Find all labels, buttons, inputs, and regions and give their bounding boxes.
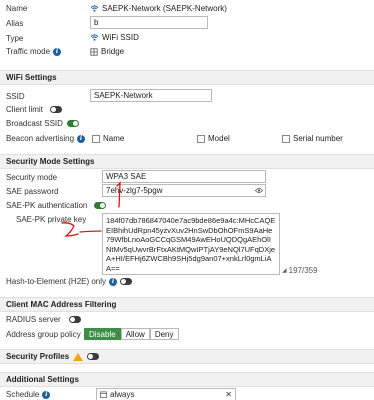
info-icon[interactable]: i <box>42 390 51 399</box>
bridge-icon <box>90 47 98 56</box>
alias-value-wrap: b <box>90 16 208 29</box>
beacon-model-checkbox[interactable] <box>197 134 205 143</box>
policy-deny-button[interactable]: Deny <box>149 328 179 340</box>
schedule-label: Schedule <box>6 390 40 399</box>
schedule-wrap: always ✕ <box>96 388 236 400</box>
alias-label: Alias <box>6 19 24 28</box>
security-mode-wrap: WPA3 SAE <box>102 170 266 183</box>
name-text: SAEPK-Network (SAEPK-Network) <box>102 4 227 13</box>
schedule-chip: always <box>100 390 134 399</box>
client-limit-row: Client limit <box>6 105 62 114</box>
char-count-row: ◢ 197/359 <box>282 266 318 275</box>
policy-allow-button[interactable]: Allow <box>120 328 150 340</box>
beacon-row: Beacon advertising i <box>6 134 86 143</box>
sae-password-input[interactable]: 7ehv-zlg7-5pgw <box>102 184 266 197</box>
radius-label: RADIUS server <box>6 315 61 324</box>
type-value: WiFi SSID <box>90 33 139 42</box>
beacon-name-checkbox[interactable] <box>92 134 100 143</box>
calendar-icon <box>100 391 107 398</box>
sae-pk-label: SAE-PK authentication <box>6 201 88 210</box>
h2e-row: Hash-to-Element (H2E) only i <box>6 277 133 286</box>
alias-input[interactable]: b <box>90 16 208 29</box>
eye-icon[interactable] <box>255 187 263 194</box>
broadcast-ssid-toggle[interactable] <box>66 120 79 127</box>
alias-row: Alias <box>6 19 23 28</box>
name-value: SAEPK-Network (SAEPK-Network) <box>90 4 227 13</box>
ssid-row: SSID <box>6 92 25 101</box>
h2e-label: Hash-to-Element (H2E) only <box>6 277 107 286</box>
info-icon[interactable]: i <box>109 277 118 286</box>
sae-pk-toggle[interactable] <box>94 202 107 209</box>
name-label: Name <box>6 4 28 13</box>
wifi-settings-heading: WiFi Settings <box>0 70 374 85</box>
schedule-row: Schedule i <box>6 390 51 399</box>
beacon-options: Name <box>92 134 124 143</box>
char-count: 197/359 <box>288 266 318 275</box>
name-row: Name <box>6 4 27 13</box>
annotation-2-mark <box>61 222 102 237</box>
annotation-layer <box>61 181 121 237</box>
beacon-label: Beacon advertising <box>6 134 75 143</box>
broadcast-ssid-row: Broadcast SSID <box>6 119 79 128</box>
wifi-icon <box>90 5 99 12</box>
sae-password-text: 7ehv-zlg7-5pgw <box>106 186 163 195</box>
traffic-mode-row: Traffic mode i <box>6 47 62 56</box>
beacon-serial-label: Serial number <box>293 134 343 143</box>
info-icon[interactable]: i <box>77 134 86 143</box>
beacon-model: Model <box>197 134 230 143</box>
type-row: Type <box>6 34 23 43</box>
security-mode-select[interactable]: WPA3 SAE <box>102 170 266 183</box>
resize-grip-icon[interactable]: ◢ <box>282 267 287 274</box>
group-policy-row: Address group policy <box>6 330 81 339</box>
security-mode-row: Security mode <box>6 173 57 182</box>
traffic-mode-value: Bridge <box>90 47 124 56</box>
sae-password-wrap: 7ehv-zlg7-5pgw <box>102 184 266 197</box>
client-limit-toggle[interactable] <box>49 106 62 113</box>
sae-pk-row: SAE-PK authentication <box>6 201 107 210</box>
h2e-toggle[interactable] <box>120 278 133 285</box>
policy-disable-button[interactable]: Disable <box>84 328 121 340</box>
beacon-serial: Serial number <box>282 134 343 143</box>
wifi-icon <box>90 34 99 41</box>
private-key-label: SAE-PK private key <box>16 215 87 224</box>
sae-password-label: SAE password <box>6 187 59 196</box>
warning-icon <box>73 352 84 361</box>
beacon-serial-checkbox[interactable] <box>282 134 290 143</box>
traffic-mode-text: Bridge <box>101 47 125 56</box>
client-limit-label: Client limit <box>6 105 43 114</box>
private-key-row: SAE-PK private key <box>16 215 86 224</box>
schedule-field[interactable]: always ✕ <box>96 388 236 400</box>
beacon-model-label: Model <box>208 134 230 143</box>
ssid-value-wrap: SAEPK-Network <box>90 89 212 102</box>
radius-row: RADIUS server <box>6 315 81 324</box>
ssid-label: SSID <box>6 92 25 101</box>
additional-heading: Additional Settings <box>0 372 374 387</box>
policy-buttons: Disable Allow Deny <box>84 328 179 340</box>
profiles-heading-text: Security Profiles <box>6 352 70 361</box>
broadcast-ssid-label: Broadcast SSID <box>6 119 63 128</box>
security-mode-label: Security mode <box>6 173 58 182</box>
schedule-value: always <box>110 390 135 399</box>
close-icon[interactable]: ✕ <box>225 390 232 399</box>
group-policy-label: Address group policy <box>6 330 81 339</box>
type-label: Type <box>6 34 24 43</box>
radius-toggle[interactable] <box>68 316 81 323</box>
sae-password-row: SAE password <box>6 187 58 196</box>
beacon-name-label: Name <box>103 134 125 143</box>
profiles-toggle[interactable] <box>87 353 100 360</box>
traffic-mode-label: Traffic mode <box>6 47 51 56</box>
ssid-input[interactable]: SAEPK-Network <box>90 89 212 102</box>
type-text: WiFi SSID <box>102 33 139 42</box>
info-icon[interactable]: i <box>53 47 62 56</box>
security-heading: Security Mode Settings <box>0 154 374 169</box>
private-key-textarea[interactable]: 184f07db786847040e7ac9bde86e9a4c:MHcCAQE… <box>102 213 280 275</box>
profiles-heading: Security Profiles <box>0 349 374 364</box>
mac-filter-heading: Client MAC Address Filtering <box>0 297 374 312</box>
